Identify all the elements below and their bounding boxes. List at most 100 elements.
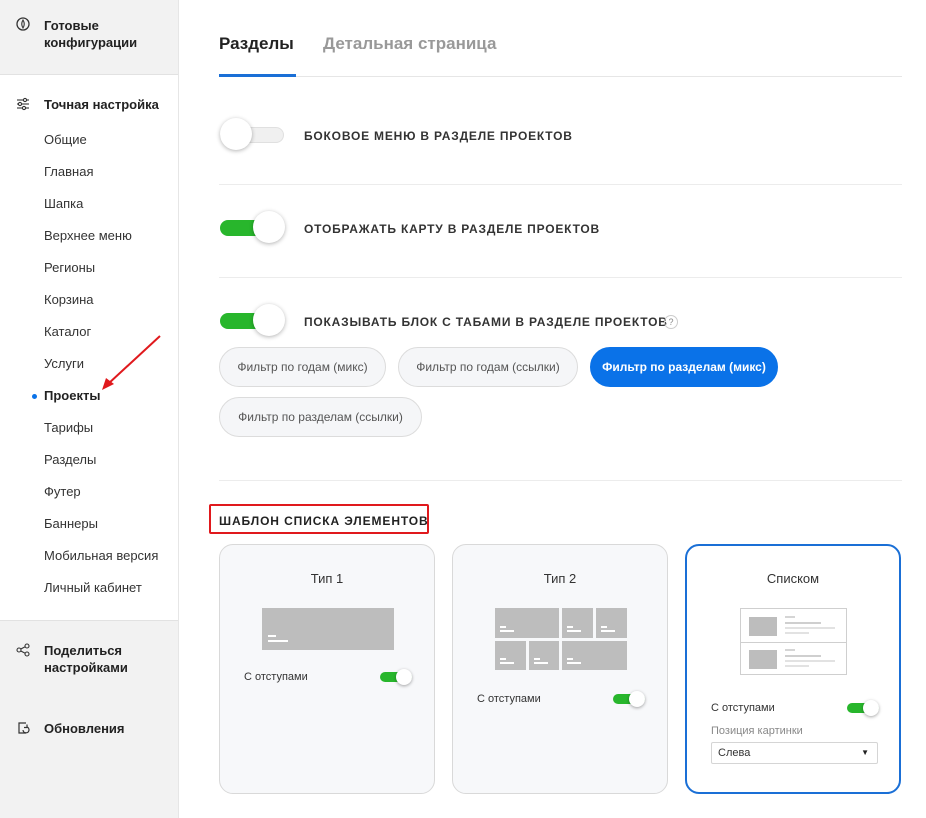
toggle-knob (220, 118, 252, 150)
sidebar-item-projects[interactable]: Проекты (44, 388, 100, 404)
preview-block (596, 608, 627, 638)
preview-block (749, 617, 777, 636)
card-option-toggle[interactable] (847, 700, 879, 716)
preview-line (500, 626, 506, 628)
preview-line (785, 632, 809, 634)
preview-line (567, 626, 573, 628)
tab-detail-page[interactable]: Детальная страница (323, 33, 496, 55)
toggle-knob (629, 691, 645, 707)
template-card-type1[interactable]: Тип 1 С отступами (219, 544, 435, 794)
sidebar-item-footer[interactable]: Футер (44, 484, 81, 500)
divider (219, 480, 902, 481)
preview-line (500, 630, 514, 632)
sidebar-share-settings[interactable]: Поделиться настройками (44, 642, 154, 676)
card-option-label: С отступами (244, 671, 308, 683)
sidebar-item-services[interactable]: Услуги (44, 356, 84, 372)
image-position-label: Позиция картинки (711, 725, 803, 737)
show-map-toggle[interactable] (220, 211, 285, 245)
preview-line (567, 658, 573, 660)
preview-divider (741, 642, 846, 643)
sidebar-item-banners[interactable]: Баннеры (44, 516, 98, 532)
preview-line (500, 658, 506, 660)
preview-block (262, 608, 394, 650)
sidebar-item-mobile[interactable]: Мобильная версия (44, 548, 158, 564)
divider (219, 184, 902, 185)
filter-years-mix[interactable]: Фильтр по годам (микс) (219, 347, 386, 387)
toggle-knob (253, 304, 285, 336)
preview-line (785, 660, 835, 662)
side-menu-toggle[interactable] (220, 118, 284, 152)
show-tabs-toggle[interactable] (220, 304, 285, 338)
sidebar-ready-configs-label: Готовые конфигурации (44, 18, 138, 50)
card-title: Тип 2 (543, 571, 577, 586)
sliders-icon (17, 97, 29, 111)
preview-line (601, 630, 615, 632)
preview-line (534, 662, 548, 664)
sidebar-item-catalog[interactable]: Каталог (44, 324, 91, 340)
sidebar-ready-configs[interactable]: Готовые конфигурации (0, 0, 178, 75)
preview-line (534, 658, 540, 660)
preview-line (268, 635, 276, 637)
preview-line (785, 622, 821, 624)
updates-icon (18, 722, 30, 734)
preview-line (500, 662, 514, 664)
preview-line (268, 640, 288, 642)
sidebar: Готовые конфигурации Точная настройка Об… (0, 0, 179, 818)
show-tabs-label: ПОКАЗЫВАТЬ БЛОК С ТАБАМИ В РАЗДЕЛЕ ПРОЕК… (304, 315, 668, 329)
sidebar-updates[interactable]: Обновления (44, 720, 125, 737)
toggle-knob (253, 211, 285, 243)
toggle-knob (863, 700, 879, 716)
divider (219, 277, 902, 278)
tabs-divider (219, 76, 902, 77)
preview-line (785, 649, 795, 651)
sidebar-item-account[interactable]: Личный кабинет (44, 580, 142, 596)
select-value: Слева (718, 747, 751, 759)
filter-years-links[interactable]: Фильтр по годам (ссылки) (398, 347, 578, 387)
preview-line (567, 662, 581, 664)
card-option-label: С отступами (477, 693, 541, 705)
sidebar-bottom: Поделиться настройками Обновления (0, 620, 178, 818)
card-title: Списком (766, 571, 820, 586)
caret-down-icon: ▼ (861, 748, 869, 757)
sidebar-item-cart[interactable]: Корзина (44, 292, 94, 308)
preview-line (601, 626, 607, 628)
preview-block (562, 641, 627, 670)
template-card-list[interactable]: Списком С отступами Позиция картинки Сле… (685, 544, 901, 794)
preview-block (495, 641, 526, 670)
configs-icon (16, 17, 30, 31)
preview-block (495, 608, 559, 638)
card-option-toggle[interactable] (380, 669, 412, 685)
preview-block (562, 608, 593, 638)
preview-line (567, 630, 581, 632)
toggle-knob (396, 669, 412, 685)
side-menu-label: БОКОВОЕ МЕНЮ В РАЗДЕЛЕ ПРОЕКТОВ (304, 129, 573, 143)
filter-sections-links[interactable]: Фильтр по разделам (ссылки) (219, 397, 422, 437)
sidebar-item-tariffs[interactable]: Тарифы (44, 420, 93, 436)
help-icon[interactable]: ? (664, 315, 678, 329)
sidebar-item-top-menu[interactable]: Верхнее меню (44, 228, 132, 244)
tab-sections[interactable]: Разделы (219, 33, 294, 55)
preview-block (529, 641, 559, 670)
active-indicator (32, 394, 37, 399)
sidebar-item-sections[interactable]: Разделы (44, 452, 96, 468)
preview-line (785, 665, 809, 667)
sidebar-item-header[interactable]: Шапка (44, 196, 83, 212)
share-icon (16, 643, 30, 657)
card-option-toggle[interactable] (613, 691, 645, 707)
preview-line (785, 655, 821, 657)
list-preview (740, 608, 847, 675)
preview-line (785, 616, 795, 618)
sidebar-item-general[interactable]: Общие (44, 132, 87, 148)
filter-sections-mix[interactable]: Фильтр по разделам (микс) (590, 347, 778, 387)
sidebar-item-main[interactable]: Главная (44, 164, 93, 180)
sidebar-fine-tuning[interactable]: Точная настройка (44, 96, 159, 113)
highlight-box (209, 504, 429, 534)
show-map-label: ОТОБРАЖАТЬ КАРТУ В РАЗДЕЛЕ ПРОЕКТОВ (304, 222, 601, 236)
image-position-select[interactable]: Слева ▼ (711, 742, 878, 764)
preview-line (785, 627, 835, 629)
template-card-type2[interactable]: Тип 2 С отступами (452, 544, 668, 794)
preview-block (749, 650, 777, 669)
card-option-label: С отступами (711, 702, 775, 714)
sidebar-item-regions[interactable]: Регионы (44, 260, 95, 276)
red-arrow-icon (102, 335, 161, 390)
